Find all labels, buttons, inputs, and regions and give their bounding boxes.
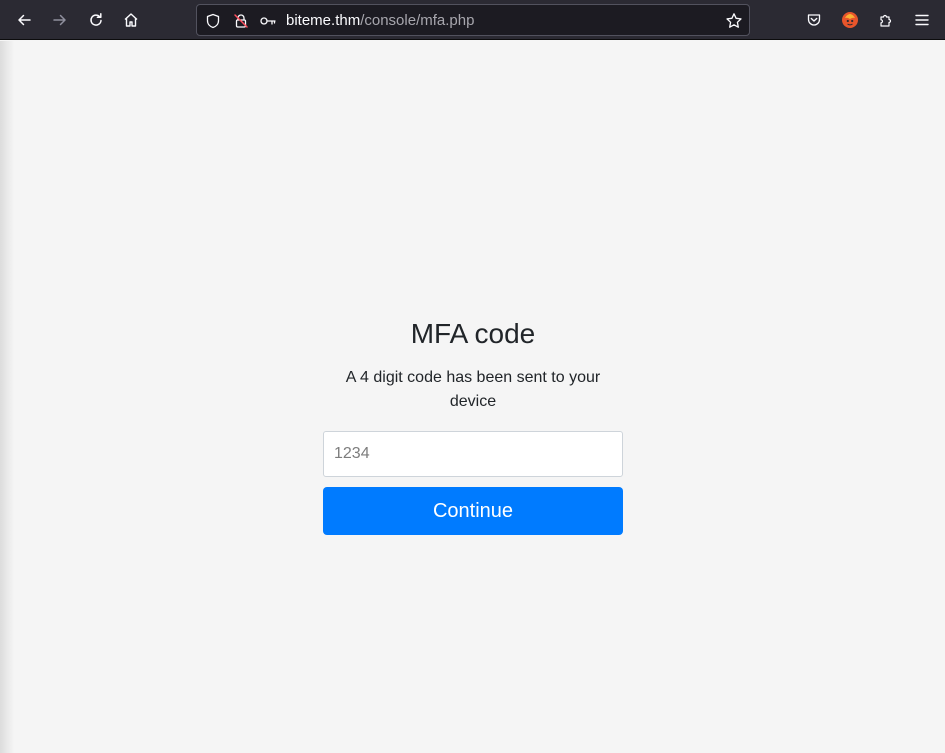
mfa-code-input[interactable] xyxy=(323,431,623,477)
key-icon[interactable] xyxy=(258,11,278,31)
pocket-button[interactable] xyxy=(800,6,828,34)
forward-icon xyxy=(53,14,66,26)
extension-avatar-icon xyxy=(842,12,858,28)
pocket-icon xyxy=(807,14,821,26)
url-text[interactable]: biteme.thm/console/mfa.php xyxy=(286,12,474,29)
url-host: biteme.thm xyxy=(286,12,361,29)
url-path: /console/mfa.php xyxy=(360,12,475,29)
continue-button[interactable]: Continue xyxy=(323,487,623,535)
insecure-lock-icon[interactable] xyxy=(231,11,251,31)
back-icon xyxy=(18,14,31,26)
home-button[interactable] xyxy=(117,6,145,34)
extensions-button[interactable] xyxy=(872,6,900,34)
extensions-icon xyxy=(880,14,892,27)
menu-button[interactable] xyxy=(908,6,936,34)
browser-toolbar: biteme.thm/console/mfa.php xyxy=(0,0,945,40)
instruction-text: A 4 digit code has been sent to your dev… xyxy=(345,369,601,410)
reload-icon xyxy=(90,13,102,26)
shield-icon[interactable] xyxy=(203,11,223,31)
bookmark-star-icon[interactable] xyxy=(724,11,744,31)
reload-button[interactable] xyxy=(82,6,110,34)
extension-avatar-button[interactable] xyxy=(836,6,864,34)
page-title: MFA code xyxy=(410,318,536,349)
forward-button[interactable] xyxy=(46,6,74,34)
home-icon xyxy=(124,13,138,27)
url-bar[interactable]: biteme.thm/console/mfa.php xyxy=(196,4,750,36)
menu-icon xyxy=(915,14,929,26)
back-button[interactable] xyxy=(10,6,38,34)
sidebar-edge xyxy=(0,41,14,753)
